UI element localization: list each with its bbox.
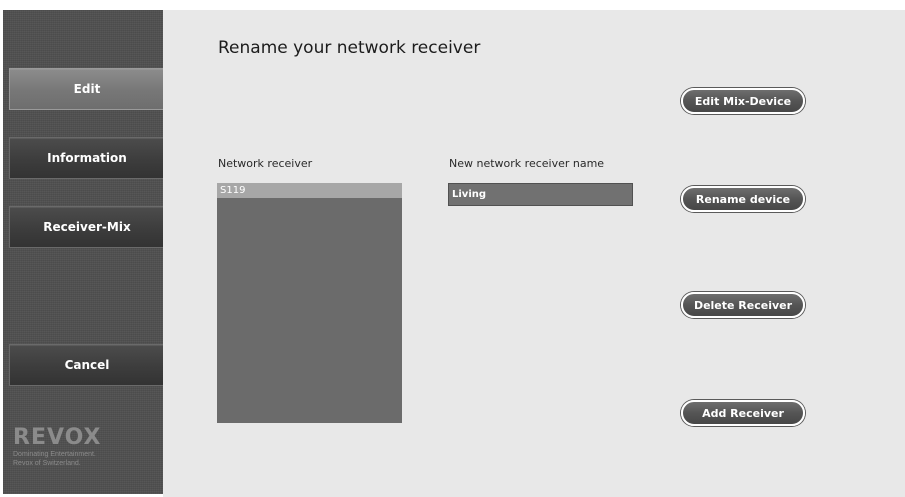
cancel-button[interactable]: Cancel — [9, 344, 165, 386]
rename-device-button[interactable]: Rename device — [681, 186, 805, 212]
network-receiver-label: Network receiver — [218, 157, 313, 170]
page-title: Rename your network receiver — [218, 38, 481, 58]
edit-button[interactable]: Edit — [9, 68, 165, 110]
network-receiver-list[interactable]: S119 — [217, 183, 402, 423]
new-name-label: New network receiver name — [449, 157, 605, 170]
edit-mix-device-button[interactable]: Edit Mix-Device — [681, 88, 805, 114]
brand-logo: REVOX Dominating Entertainment. Revox of… — [13, 426, 102, 468]
information-button[interactable]: Information — [9, 137, 165, 179]
main-panel: Rename your network receiver Network rec… — [163, 10, 905, 497]
list-item-receiver[interactable]: S119 — [217, 183, 402, 198]
delete-receiver-button[interactable]: Delete Receiver — [681, 292, 805, 318]
brand-tagline: Dominating Entertainment. — [13, 451, 96, 458]
revox-logo: REVOX — [13, 425, 102, 450]
add-receiver-button[interactable]: Add Receiver — [681, 400, 805, 426]
new-receiver-name-input[interactable] — [448, 183, 633, 206]
sidebar: Edit Information Receiver-Mix Cancel — [3, 10, 165, 494]
brand-origin: Revox of Switzerland. — [13, 460, 81, 467]
app-window: Edit Information Receiver-Mix Cancel REV… — [0, 0, 905, 497]
receiver-mix-button[interactable]: Receiver-Mix — [9, 206, 165, 248]
